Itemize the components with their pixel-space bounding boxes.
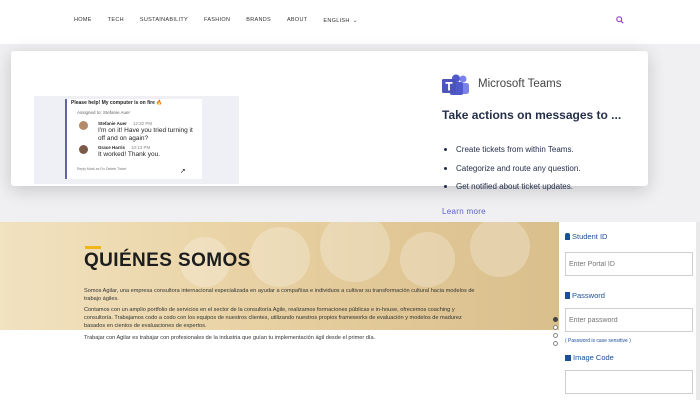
- user-icon: [565, 233, 570, 240]
- message-time: 10:13 PM: [131, 145, 151, 150]
- carousel-dot[interactable]: [553, 333, 558, 338]
- avatar: [79, 145, 88, 154]
- password-label-text: Password: [572, 291, 605, 300]
- carousel-dot[interactable]: [553, 341, 558, 346]
- image-code-input[interactable]: [565, 370, 693, 394]
- carousel-dot[interactable]: [553, 317, 558, 322]
- student-id-label: Student ID: [565, 232, 607, 241]
- image-code-label: Image Code: [565, 353, 614, 362]
- teams-promo-card: Please help! My computer is on fire 🔥 As…: [11, 51, 648, 191]
- list-item: Create tickets from within Teams.: [444, 145, 581, 154]
- section-title: QUIÉNES SOMOS: [84, 250, 251, 271]
- chevron-down-icon: ⌄: [352, 18, 358, 24]
- lock-icon: [565, 292, 570, 299]
- carousel-dot[interactable]: [553, 325, 558, 330]
- nav-item-language[interactable]: ENGLISH ⌄: [323, 17, 358, 24]
- teams-feature-list: Create tickets from within Teams. Catego…: [444, 145, 581, 201]
- chat-actions: Reply Mark as Fix Delete Ticket: [77, 167, 127, 171]
- message-text: I'm on it! Have you tried turning it off…: [98, 127, 193, 142]
- message-author: Stefanie Auer: [98, 121, 127, 126]
- search-icon[interactable]: [616, 16, 624, 24]
- list-item: Categorize and route any question.: [444, 164, 581, 173]
- password-label: Password: [565, 291, 605, 300]
- nav-item-about[interactable]: ABOUT: [287, 17, 307, 24]
- message-time: 12:32 PM: [132, 121, 153, 126]
- image-icon: [565, 355, 571, 361]
- avatar: [79, 121, 88, 130]
- teams-headline: Take actions on messages to ...: [442, 108, 622, 122]
- student-id-label-text: Student ID: [572, 232, 608, 241]
- message-author: Grace Harris: [98, 145, 126, 150]
- intro-paragraph: Somos Agilar, una empresa consultora int…: [84, 288, 475, 302]
- nav-item-fashion[interactable]: FASHION: [204, 17, 230, 24]
- chat-screenshot: Please help! My computer is on fire 🔥 As…: [34, 96, 239, 184]
- password-hint: ( Password is case sensitive ): [565, 338, 631, 344]
- list-item: Get notified about ticket updates.: [444, 182, 581, 191]
- title-accent-bar: [85, 246, 101, 249]
- message-text: It worked! Thank you.: [98, 151, 161, 158]
- scroll-edge: [696, 222, 700, 400]
- chat-title: Please help! My computer is on fire 🔥: [71, 100, 163, 106]
- services-paragraph: Contamos con un amplio portfolio de serv…: [84, 307, 462, 329]
- portal-id-input[interactable]: [565, 252, 693, 276]
- learn-more-link[interactable]: Learn more: [442, 207, 486, 216]
- nav-item-tech[interactable]: TECH: [108, 17, 124, 24]
- nav-item-home[interactable]: HOME: [74, 17, 92, 24]
- nav-menu: HOME TECH SUSTAINABILITY FASHION BRANDS …: [74, 17, 374, 24]
- image-code-label-text: Image Code: [573, 353, 614, 362]
- microsoft-teams-logo-icon: [442, 74, 469, 95]
- nav-item-brands[interactable]: BRANDS: [246, 17, 271, 24]
- closing-paragraph: Trabajar con Agilar es trabajar con prof…: [84, 335, 376, 341]
- password-input[interactable]: [565, 308, 693, 332]
- nav-item-sustainability[interactable]: SUSTAINABILITY: [140, 17, 188, 24]
- chat-assigned: Assigned to: Stefanie Auer: [77, 110, 131, 115]
- mouse-cursor-icon: ➚: [180, 168, 186, 175]
- carousel-dots: [553, 317, 558, 349]
- top-navigation: HOME TECH SUSTAINABILITY FASHION BRANDS …: [0, 0, 700, 44]
- teams-brand-name: Microsoft Teams: [478, 78, 562, 90]
- language-label: ENGLISH: [323, 18, 350, 24]
- chat-thread: Please help! My computer is on fire 🔥 As…: [65, 99, 202, 179]
